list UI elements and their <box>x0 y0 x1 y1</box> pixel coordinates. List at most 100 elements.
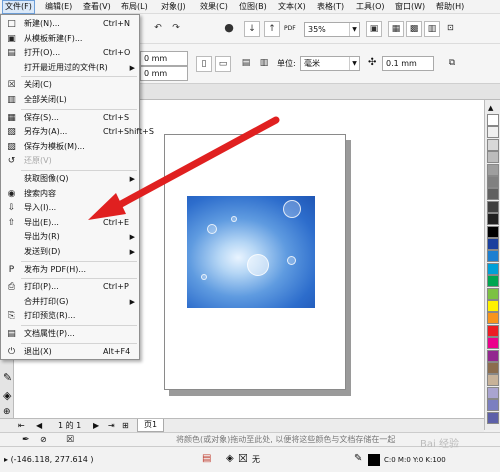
file-menu-item-search-content[interactable]: ◉ 搜索内容 <box>2 187 139 201</box>
palette-swatch[interactable] <box>487 312 499 325</box>
width-field[interactable]: 0 mm <box>140 51 188 66</box>
palette-swatch[interactable] <box>487 126 499 139</box>
menu-window[interactable]: 窗口(W) <box>395 1 425 13</box>
file-menu-item-menu-item-3[interactable]: 打开最近用过的文件(R) ▶ <box>2 61 139 75</box>
show-guidelines-icon[interactable]: ▥ <box>424 21 440 37</box>
palette-swatch[interactable] <box>487 374 499 387</box>
file-menu-item-print[interactable]: ⎙ 打印(P)... Ctrl+P <box>2 280 139 294</box>
file-menu-item-revert[interactable]: ↺ 还原(V) <box>2 154 139 168</box>
file-menu-item-save-as[interactable]: ▧ 另存为(A)... Ctrl+Shift+S <box>2 125 154 139</box>
menu-bitmap[interactable]: 位图(B) <box>239 1 267 13</box>
palette-swatch[interactable] <box>487 138 499 151</box>
menu-object[interactable]: 对象(J) <box>161 1 186 13</box>
menu-effects[interactable]: 效果(C) <box>200 1 228 13</box>
palette-swatch[interactable] <box>487 287 499 300</box>
menu-table[interactable]: 表格(T) <box>317 1 344 13</box>
palette-swatch[interactable] <box>487 411 499 424</box>
fill-icon[interactable]: ◈ <box>3 390 11 402</box>
palette-swatch[interactable] <box>487 163 499 176</box>
corel-connect-icon[interactable]: ● <box>221 21 237 37</box>
file-menu-item-menu-item-14[interactable]: 导出为(R) ▶ <box>2 230 139 244</box>
eyedropper-icon[interactable]: ✎ <box>3 372 12 384</box>
palette-swatch[interactable] <box>487 324 499 337</box>
file-menu-item-export[interactable]: ⇧ 导出(E)... Ctrl+E <box>2 216 139 230</box>
menu-item-label: 发布为 PDF(H)... <box>24 264 87 274</box>
file-menu-item-open[interactable]: ▤ 打开(O)... Ctrl+O <box>2 46 139 60</box>
current-page-icon[interactable]: ▥ <box>256 56 272 72</box>
file-menu-item-menu-item-10[interactable]: 获取图像(Q) ▶ <box>2 172 139 186</box>
no-color-swatch-icon[interactable]: ☒ <box>66 434 74 446</box>
menu-item-shortcut: Ctrl+P <box>103 282 129 292</box>
menu-tools[interactable]: 工具(O) <box>356 1 385 13</box>
color-proof-icon[interactable]: ▤ <box>202 453 211 465</box>
snap-to-label[interactable]: ⊡ <box>447 22 454 34</box>
file-menu-item-print-preview[interactable]: ⎘ 打印预览(R)... <box>2 309 139 323</box>
stroke-icon[interactable]: ⊘ <box>40 434 47 446</box>
palette-swatch[interactable] <box>487 262 499 275</box>
palette-swatch[interactable] <box>487 362 499 374</box>
file-menu-item-import[interactable]: ⇩ 导入(I)... <box>2 201 139 215</box>
palette-swatch[interactable] <box>487 275 499 288</box>
menu-edit[interactable]: 编辑(E) <box>45 1 72 13</box>
file-menu-item-pdf[interactable]: P 发布为 PDF(H)... <box>2 263 139 277</box>
menu-help[interactable]: 帮助(H) <box>436 1 464 13</box>
palette-scroll-up-icon[interactable]: ▲ <box>488 102 493 114</box>
file-menu-item-new[interactable]: □ 新建(N)... Ctrl+N <box>2 17 139 31</box>
page-tab[interactable]: 页1 <box>137 419 165 432</box>
palette-swatch[interactable] <box>487 300 499 312</box>
last-page-icon[interactable]: ⇥ <box>108 420 115 432</box>
file-menu-item-exit[interactable]: ⏻ 退出(X) Alt+F4 <box>2 345 139 359</box>
export-toolbar-icon[interactable]: ↑ <box>264 21 280 37</box>
outline-indicator-icon[interactable]: ✎ <box>354 453 362 465</box>
publish-pdf-icon[interactable]: PDF <box>284 23 296 35</box>
landscape-icon[interactable]: ▭ <box>215 56 231 72</box>
menu-text[interactable]: 文本(X) <box>278 1 306 13</box>
palette-swatch[interactable] <box>487 176 499 188</box>
pen-icon[interactable]: ✒ <box>22 434 30 446</box>
palette-swatch[interactable] <box>487 399 499 412</box>
unit-select[interactable]: 毫米 ▼ <box>300 56 360 71</box>
palette-swatch[interactable] <box>487 188 499 201</box>
palette-swatch[interactable] <box>487 250 499 263</box>
palette-swatch[interactable] <box>487 200 499 213</box>
full-screen-icon[interactable]: ▣ <box>366 21 382 37</box>
palette-swatch[interactable] <box>487 349 499 362</box>
previous-page-icon[interactable]: ◀ <box>36 420 42 432</box>
file-menu-item-new-from-template[interactable]: ▣ 从模板新建(F)... <box>2 32 139 46</box>
add-page-icon[interactable]: ⊞ <box>122 420 129 432</box>
undo-icon[interactable]: ↶ <box>150 21 166 37</box>
first-page-icon[interactable]: ⇤ <box>18 420 25 432</box>
file-menu-item-doc-properties[interactable]: ▤ 文档属性(P)... <box>2 327 139 341</box>
file-menu-item-close[interactable]: ☒ 关闭(C) <box>2 78 139 92</box>
menu-layout[interactable]: 布局(L) <box>121 1 148 13</box>
file-menu-item-close-all[interactable]: ▥ 全部关闭(L) <box>2 93 139 107</box>
import-toolbar-icon[interactable]: ↓ <box>244 21 260 37</box>
nudge-distance-field[interactable]: 0.1 mm <box>382 56 434 71</box>
height-field[interactable]: 0 mm <box>140 66 188 81</box>
palette-swatch[interactable] <box>487 225 499 238</box>
next-page-icon[interactable]: ▶ <box>93 420 99 432</box>
fill-indicator-icon[interactable]: ◈ <box>226 453 234 465</box>
palette-swatch[interactable] <box>487 386 499 399</box>
show-grid-icon[interactable]: ▩ <box>406 21 422 37</box>
placed-bitmap-image[interactable] <box>187 196 315 308</box>
add-tool-icon[interactable]: ⊕ <box>3 406 11 418</box>
palette-swatch[interactable] <box>487 213 499 226</box>
menu-file[interactable]: 文件(F) <box>2 0 35 14</box>
redo-icon[interactable]: ↷ <box>168 21 184 37</box>
all-pages-icon[interactable]: ▤ <box>238 56 254 72</box>
palette-swatch[interactable] <box>487 238 499 250</box>
file-menu-item-save[interactable]: ▦ 保存(S)... Ctrl+S <box>2 111 139 125</box>
palette-swatch[interactable] <box>487 337 499 350</box>
file-menu-item-save-as-template[interactable]: ▨ 保存为模板(M)... <box>2 140 139 154</box>
show-rulers-icon[interactable]: ▦ <box>388 21 404 37</box>
drag-colors-hint: 将颜色(或对象)拖动至此处, 以便将这些颜色与文档存储在一起 <box>176 435 396 444</box>
menu-view[interactable]: 查看(V) <box>83 1 111 13</box>
palette-swatch[interactable] <box>487 114 499 126</box>
palette-swatch[interactable] <box>487 151 499 164</box>
file-menu-item-menu-item-15[interactable]: 发送到(D) ▶ <box>2 245 139 259</box>
file-menu-item-menu-item-18[interactable]: 合并打印(G) ▶ <box>2 295 139 309</box>
portrait-icon[interactable]: ▯ <box>196 56 212 72</box>
duplicate-distance-icon[interactable]: ⧉ <box>444 56 460 72</box>
zoom-level-select[interactable]: 35% ▼ <box>304 22 360 37</box>
